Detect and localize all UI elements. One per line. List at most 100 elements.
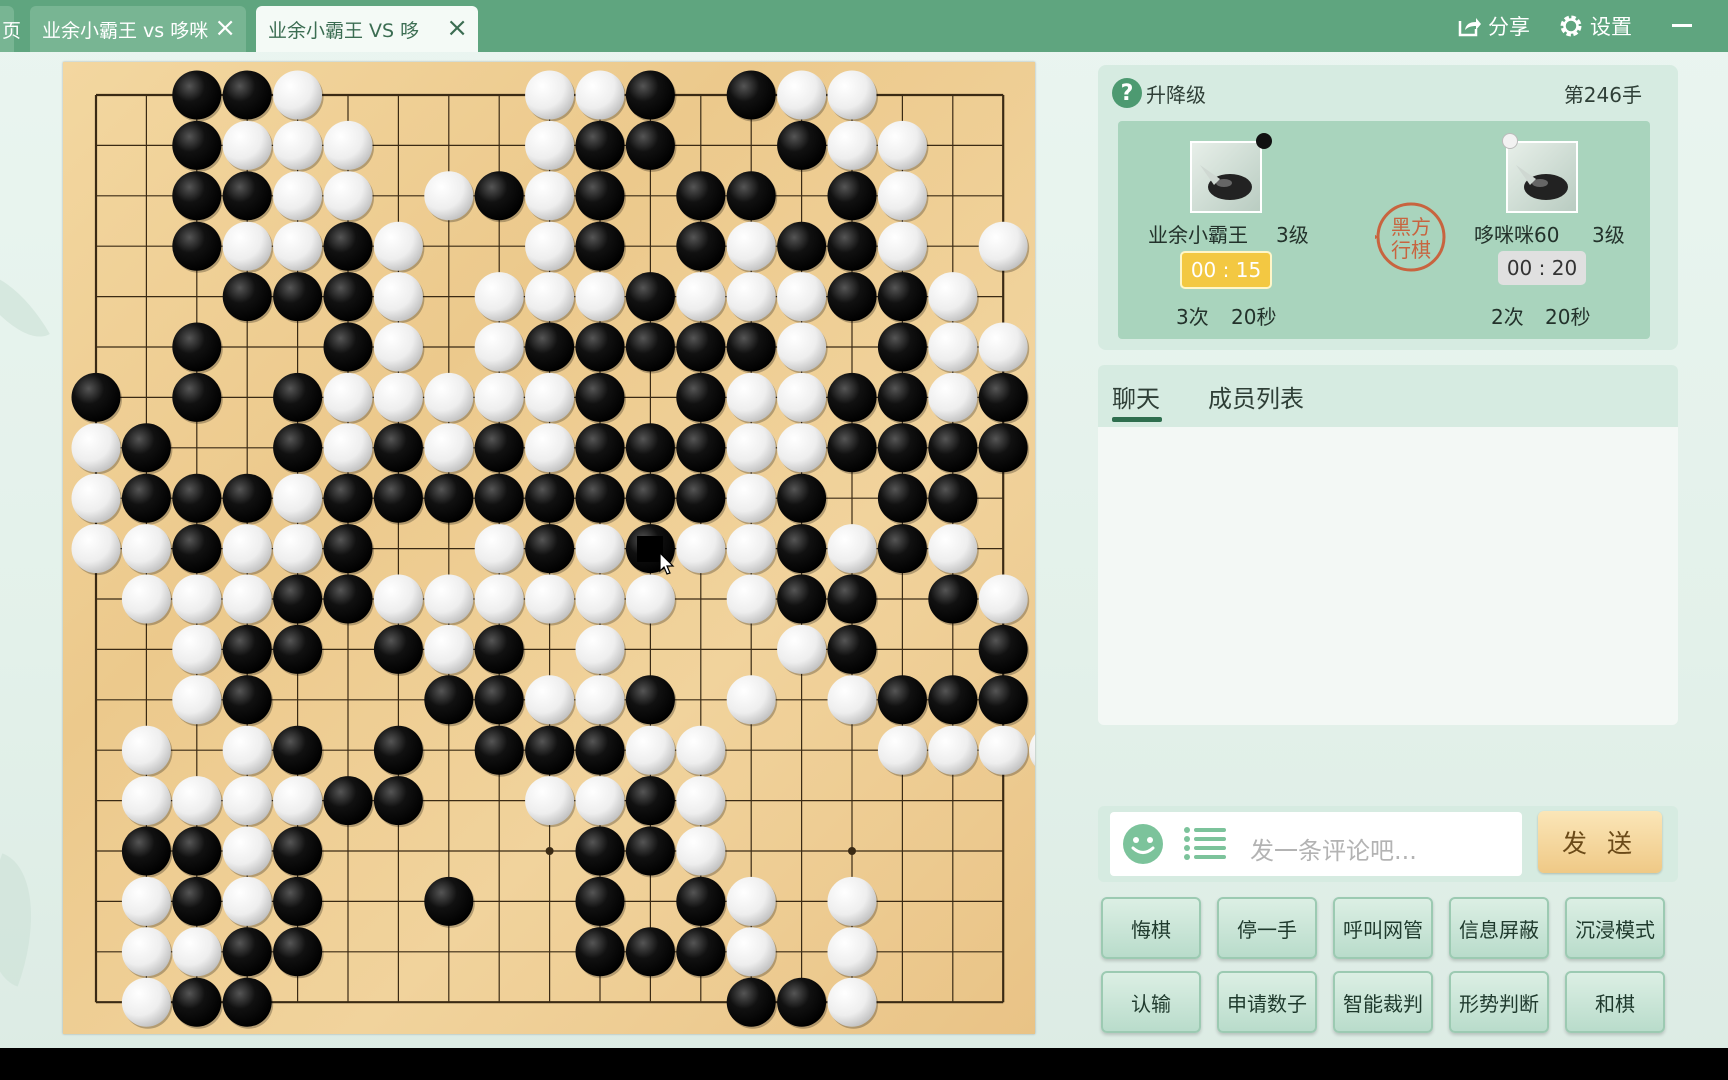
chat-input-field[interactable]: 发一条评论吧... bbox=[1110, 812, 1522, 876]
avatar-black-player[interactable] bbox=[1190, 141, 1262, 213]
white-stone bbox=[222, 524, 272, 574]
black-stone bbox=[827, 372, 877, 422]
call-admin-button[interactable]: 呼叫网管 bbox=[1333, 897, 1433, 959]
white-stone bbox=[525, 272, 575, 322]
position-judgment-button[interactable]: 形势判断 bbox=[1449, 971, 1549, 1033]
black-stone bbox=[273, 876, 323, 926]
white-stone bbox=[676, 272, 726, 322]
tab-chat[interactable]: 聊天 bbox=[1112, 379, 1160, 414]
white-stone bbox=[726, 473, 776, 523]
black-stone bbox=[273, 372, 323, 422]
black-stone bbox=[474, 675, 524, 725]
close-icon[interactable]: × bbox=[214, 15, 236, 41]
black-stone bbox=[676, 372, 726, 422]
pass-button[interactable]: 停一手 bbox=[1217, 897, 1317, 959]
white-stone bbox=[273, 524, 323, 574]
white-stone bbox=[525, 574, 575, 624]
white-stone bbox=[273, 776, 323, 826]
white-stone bbox=[424, 171, 474, 221]
resign-button[interactable]: 认输 bbox=[1101, 971, 1201, 1033]
bottom-bar bbox=[0, 1048, 1728, 1080]
close-icon[interactable]: × bbox=[446, 15, 468, 41]
decorative-leaf bbox=[0, 256, 50, 354]
black-stone bbox=[877, 524, 927, 574]
black-stone bbox=[928, 675, 978, 725]
black-stone bbox=[525, 524, 575, 574]
black-stone bbox=[575, 322, 625, 372]
white-stone bbox=[474, 322, 524, 372]
white-stone bbox=[575, 70, 625, 120]
black-stone bbox=[525, 473, 575, 523]
black-stone bbox=[928, 423, 978, 473]
black-stone bbox=[273, 927, 323, 977]
settings-button[interactable]: 设置 bbox=[1558, 10, 1632, 42]
draw-button[interactable]: 和棋 bbox=[1565, 971, 1665, 1033]
turn-indicator-text-2: 行棋 bbox=[1391, 238, 1431, 262]
black-stone bbox=[575, 927, 625, 977]
white-stone bbox=[575, 624, 625, 674]
black-stone bbox=[222, 675, 272, 725]
white-stone bbox=[928, 524, 978, 574]
share-button[interactable]: 分享 bbox=[1456, 10, 1530, 42]
black-stone bbox=[575, 826, 625, 876]
emoji-icon[interactable] bbox=[1122, 823, 1164, 865]
black-stone bbox=[777, 574, 827, 624]
undo-button[interactable]: 悔棋 bbox=[1101, 897, 1201, 959]
ai-judge-button[interactable]: 智能裁判 bbox=[1333, 971, 1433, 1033]
black-stone bbox=[273, 574, 323, 624]
black-stone bbox=[625, 927, 675, 977]
white-stone-indicator bbox=[1502, 133, 1518, 149]
black-stone bbox=[323, 776, 373, 826]
chat-messages-area[interactable] bbox=[1098, 427, 1678, 725]
avatar-white-player[interactable] bbox=[1506, 141, 1578, 213]
white-stone bbox=[323, 372, 373, 422]
move-count: 第246手 bbox=[1563, 83, 1642, 107]
white-stone bbox=[71, 423, 121, 473]
minimize-button[interactable] bbox=[1672, 24, 1692, 27]
white-stone bbox=[827, 675, 877, 725]
share-icon bbox=[1458, 18, 1481, 37]
chat-input-bar: 发一条评论吧... 发 送 bbox=[1098, 806, 1678, 882]
tab-game-1[interactable]: 业余小霸王 vs 哆咪 × bbox=[30, 6, 246, 52]
immersive-mode-button[interactable]: 沉浸模式 bbox=[1565, 897, 1665, 959]
black-stone bbox=[777, 120, 827, 170]
white-stone bbox=[726, 876, 776, 926]
tab-partial[interactable]: 页 bbox=[0, 6, 21, 52]
tab-game-2-active[interactable]: 业余小霸王 VS 哆 × bbox=[256, 6, 478, 52]
block-messages-button[interactable]: 信息屏蔽 bbox=[1449, 897, 1549, 959]
black-stone bbox=[424, 876, 474, 926]
white-stone bbox=[222, 120, 272, 170]
go-board[interactable] bbox=[63, 62, 1035, 1034]
black-stone bbox=[827, 221, 877, 271]
avatar-stone-icon bbox=[1516, 165, 1568, 200]
black-stone bbox=[575, 171, 625, 221]
black-stone bbox=[222, 473, 272, 523]
black-stone bbox=[726, 977, 776, 1027]
black-stone bbox=[474, 725, 524, 775]
tab-member-list[interactable]: 成员列表 bbox=[1208, 379, 1304, 414]
white-stone bbox=[726, 221, 776, 271]
white-stone bbox=[928, 272, 978, 322]
black-stone bbox=[222, 927, 272, 977]
help-icon[interactable]: ? bbox=[1112, 78, 1142, 108]
black-stone bbox=[474, 624, 524, 674]
white-stone bbox=[121, 876, 171, 926]
white-stone bbox=[172, 776, 222, 826]
black-stone bbox=[777, 221, 827, 271]
black-stone bbox=[625, 675, 675, 725]
black-stone bbox=[373, 624, 423, 674]
list-icon[interactable] bbox=[1184, 826, 1228, 862]
black-stone bbox=[877, 473, 927, 523]
white-stone bbox=[928, 372, 978, 422]
send-button[interactable]: 发 送 bbox=[1538, 811, 1662, 873]
black-stone bbox=[726, 322, 776, 372]
white-stone bbox=[323, 423, 373, 473]
black-stone bbox=[323, 221, 373, 271]
black-stone bbox=[273, 826, 323, 876]
tab-label: 业余小霸王 vs 哆咪 bbox=[42, 19, 209, 42]
black-stone bbox=[172, 70, 222, 120]
request-count-button[interactable]: 申请数子 bbox=[1217, 971, 1317, 1033]
black-stone bbox=[121, 473, 171, 523]
settings-label: 设置 bbox=[1590, 15, 1632, 39]
board-grid[interactable] bbox=[63, 62, 1035, 1034]
